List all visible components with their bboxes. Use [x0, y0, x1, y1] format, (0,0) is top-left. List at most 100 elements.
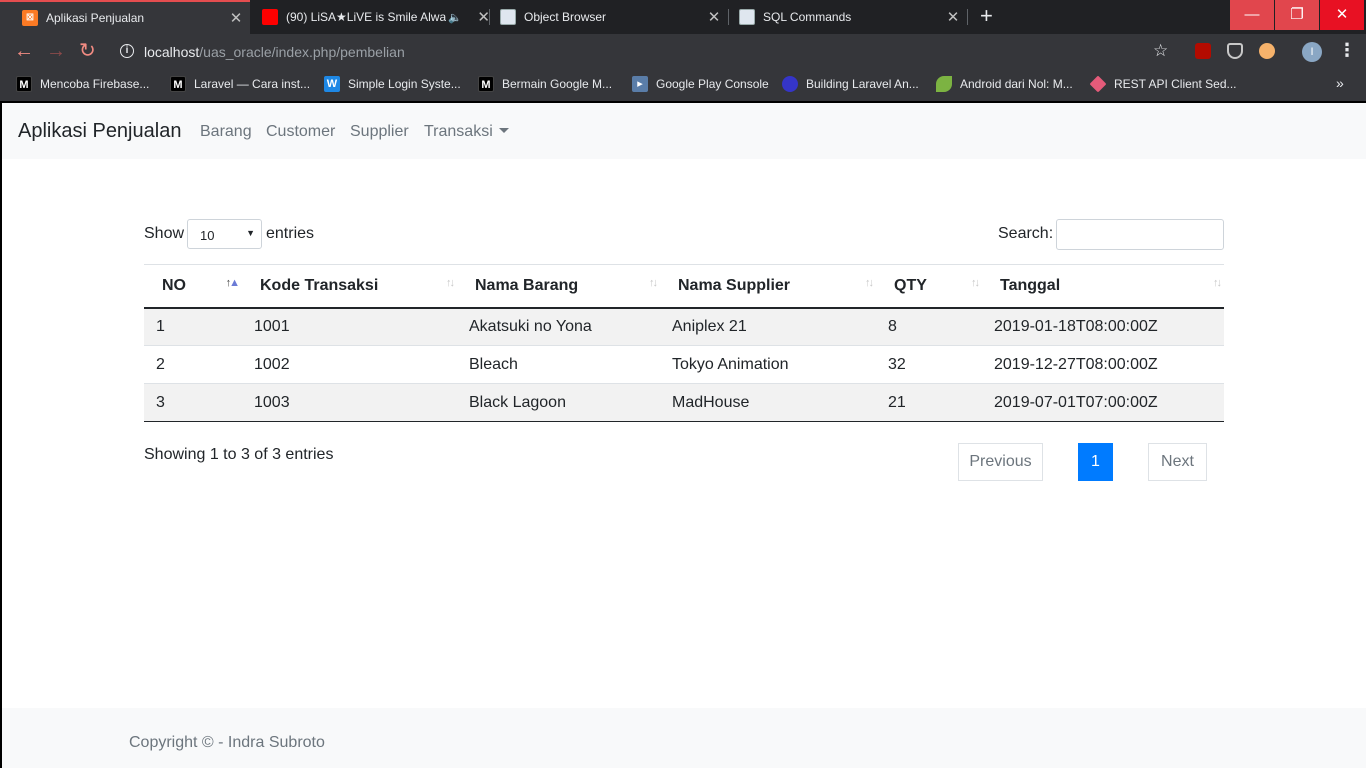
nav-dropdown-label: Transaksi: [424, 123, 493, 140]
search-input[interactable]: [1056, 219, 1224, 250]
cell-tanggal: 2019-07-01T07:00:00Z: [982, 383, 1224, 422]
bookmark-item[interactable]: REST API Client Sed...: [1089, 75, 1237, 93]
bookmark-label: Google Play Console: [656, 77, 769, 91]
column-header-label: Tanggal: [1000, 276, 1061, 294]
forward-icon[interactable]: →: [46, 40, 66, 62]
bookmark-label: Bermain Google M...: [502, 77, 613, 91]
column-header-label: Kode Transaksi: [260, 276, 379, 294]
page-1-button[interactable]: 1: [1078, 443, 1113, 481]
column-header-label: QTY: [894, 276, 927, 294]
address-bar[interactable]: i localhost/uas_oracle/index.php/pembeli…: [112, 38, 1182, 66]
diamond-icon: [1089, 75, 1107, 93]
tab-title: (90) LiSA★LiVE is Smile Alwa: [286, 10, 446, 24]
tab-youtube[interactable]: (90) LiSA★LiVE is Smile Alwa 🔈 ✕: [240, 0, 490, 34]
bookmark-label: Simple Login Syste...: [348, 77, 461, 91]
cell-nama-supplier: Aniplex 21: [660, 307, 876, 346]
tab-title: Aplikasi Penjualan: [46, 11, 145, 25]
table-row: 1 1001 Akatsuki no Yona Aniplex 21 8 201…: [144, 307, 1224, 346]
shield-extension-icon[interactable]: [1227, 43, 1243, 59]
tab-aplikasi-penjualan[interactable]: ⊠ Aplikasi Penjualan ✕: [0, 0, 250, 34]
table-row: 3 1003 Black Lagoon MadHouse 21 2019-07-…: [144, 383, 1224, 422]
nav-dropdown-transaksi[interactable]: Transaksi: [424, 123, 509, 141]
cell-kode-transaksi: 1003: [242, 383, 457, 422]
page-length-value: 10: [200, 228, 215, 243]
bookmark-label: REST API Client Sed...: [1114, 77, 1237, 91]
reload-icon[interactable]: ↻: [79, 40, 96, 62]
nav-link-barang[interactable]: Barang: [200, 123, 252, 141]
sort-icon: ↑↓: [865, 277, 874, 289]
nav-link-customer[interactable]: Customer: [266, 123, 335, 141]
close-window-icon[interactable]: ✕: [1320, 0, 1364, 30]
medium-icon: M: [478, 76, 494, 92]
speaker-icon[interactable]: 🔈: [448, 11, 462, 24]
tab-sql-commands[interactable]: SQL Commands ✕: [717, 0, 967, 34]
sort-icon: ↑↓: [649, 277, 658, 289]
cell-no: 1: [144, 307, 242, 346]
cell-tanggal: 2019-01-18T08:00:00Z: [982, 307, 1224, 346]
next-button[interactable]: Next: [1148, 443, 1207, 481]
bookmark-item[interactable]: Android dari Nol: M...: [936, 76, 1073, 92]
footer: Copyright © - Indra Subroto: [2, 708, 1366, 768]
pdf-extension-icon[interactable]: [1195, 43, 1211, 59]
youtube-icon: [262, 9, 278, 25]
column-header-kode-transaksi[interactable]: Kode Transaksi ↑↓: [242, 264, 457, 309]
browser-toolbar: ← → ↻ i localhost/uas_oracle/index.php/p…: [0, 34, 1366, 70]
table-row: 2 1002 Bleach Tokyo Animation 32 2019-12…: [144, 345, 1224, 384]
column-header-tanggal[interactable]: Tanggal ↑↓: [982, 264, 1224, 309]
page-length-select[interactable]: 10 ▼: [187, 219, 262, 249]
bookmark-item[interactable]: M Bermain Google M...: [478, 76, 612, 92]
tab-object-browser[interactable]: Object Browser ✕: [478, 0, 728, 34]
sort-ascending-icon: ↑▲: [225, 277, 240, 289]
tab-title: SQL Commands: [763, 10, 852, 24]
bookmark-item[interactable]: M Mencoba Firebase...: [16, 76, 149, 92]
extension-icon[interactable]: [1259, 43, 1275, 59]
cell-nama-barang: Akatsuki no Yona: [457, 307, 660, 346]
bookmark-item[interactable]: M Laravel — Cara inst...: [170, 76, 310, 92]
previous-button[interactable]: Previous: [958, 443, 1043, 481]
dropdown-arrow-icon: ▼: [246, 228, 255, 238]
sort-icon: ↑↓: [446, 277, 455, 289]
cell-qty: 32: [876, 345, 982, 384]
bookmark-item[interactable]: Building Laravel An...: [782, 76, 919, 92]
page-content: Aplikasi Penjualan Barang Customer Suppl…: [2, 103, 1366, 768]
page-icon: [739, 9, 755, 25]
bookmark-item[interactable]: ▸ Google Play Console: [632, 76, 769, 92]
medium-icon: M: [170, 76, 186, 92]
new-tab-icon[interactable]: +: [980, 5, 993, 27]
cloud-icon: [782, 76, 798, 92]
restore-icon[interactable]: ❐: [1275, 0, 1319, 30]
tab-title: Object Browser: [524, 10, 607, 24]
sort-icon: ↑↓: [1213, 277, 1222, 289]
avatar[interactable]: I: [1302, 42, 1322, 62]
nav-link-supplier[interactable]: Supplier: [350, 123, 409, 141]
column-header-label: Nama Supplier: [678, 276, 791, 294]
page-icon: [500, 9, 516, 25]
cell-no: 3: [144, 383, 242, 422]
more-bookmarks-icon[interactable]: »: [1336, 75, 1344, 91]
caret-down-icon: [498, 128, 509, 133]
close-tab-icon[interactable]: ✕: [945, 8, 961, 26]
column-header-nama-supplier[interactable]: Nama Supplier ↑↓: [660, 264, 876, 309]
cell-qty: 8: [876, 307, 982, 346]
browser-tab-bar: ⊠ Aplikasi Penjualan ✕ (90) LiSA★LiVE is…: [0, 0, 1366, 34]
back-icon[interactable]: ←: [14, 40, 34, 62]
column-header-no[interactable]: NO ↑▲: [144, 264, 242, 309]
menu-icon[interactable]: ⋮: [1338, 41, 1356, 59]
column-header-label: Nama Barang: [475, 276, 579, 294]
search-label: Search:: [998, 225, 1054, 242]
column-header-nama-barang[interactable]: Nama Barang ↑↓: [457, 264, 660, 309]
entries-label: entries: [266, 225, 315, 242]
navbar-brand[interactable]: Aplikasi Penjualan: [18, 120, 181, 143]
table-header-row: NO ↑▲ Kode Transaksi ↑↓ Nama Barang ↑↓ Nama…: [144, 264, 1224, 309]
cell-kode-transaksi: 1002: [242, 345, 457, 384]
bookmark-label: Mencoba Firebase...: [40, 77, 150, 91]
minimize-icon[interactable]: —: [1230, 0, 1274, 30]
column-header-label: NO: [162, 276, 186, 294]
info-icon[interactable]: i: [120, 44, 134, 58]
column-header-qty[interactable]: QTY ↑↓: [876, 264, 982, 309]
url-text: localhost/uas_oracle/index.php/pembelian: [144, 44, 405, 60]
bookmarks-bar: M Mencoba Firebase... M Laravel — Cara i…: [0, 70, 1366, 101]
bookmark-item[interactable]: W Simple Login Syste...: [324, 76, 461, 92]
bookmark-star-icon[interactable]: ☆: [1153, 41, 1168, 61]
tab-divider: [967, 9, 968, 25]
